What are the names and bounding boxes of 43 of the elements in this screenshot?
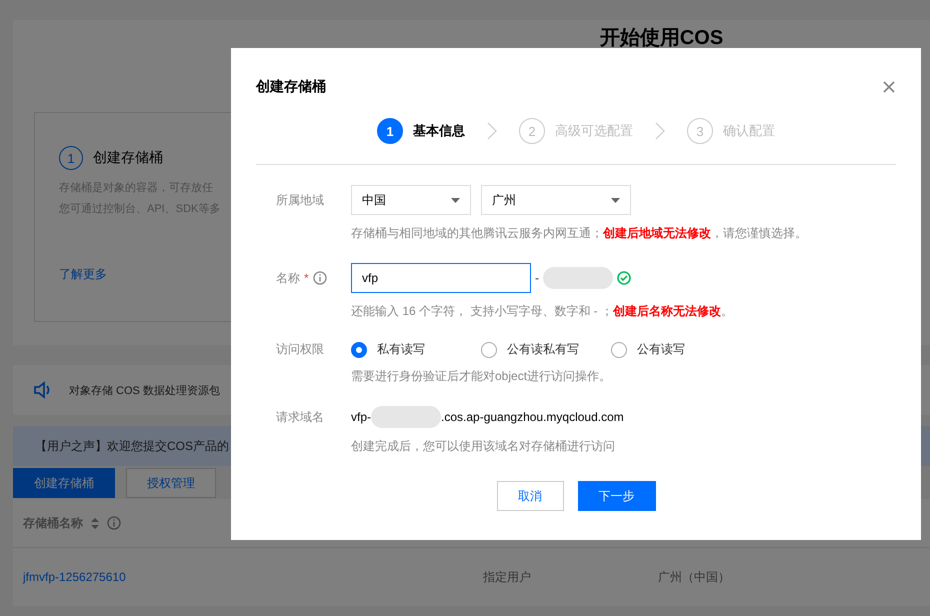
field-label: 请求域名 xyxy=(276,408,325,426)
hint-text: 还能输入 16 个字符， 支持小写字母、数字和 - ；创建后名称无法修改。 xyxy=(351,303,734,320)
field-label: 所属地域 xyxy=(276,192,325,208)
table-cell-text: 指定用户 xyxy=(483,568,532,586)
blur-patch xyxy=(543,267,613,289)
name-suffix: - xyxy=(535,271,539,285)
dropdown[interactable]: 广州 xyxy=(481,185,631,215)
notice-text: 对象存储 COS 数据处理资源包 xyxy=(69,384,220,398)
radio-option[interactable]: 私有读写 xyxy=(351,341,471,358)
step-number: 1 xyxy=(59,146,83,170)
dropdown[interactable]: 中国 xyxy=(351,185,471,215)
speaker-icon xyxy=(33,381,51,399)
radio-option[interactable]: 公有读私有写 xyxy=(481,341,601,358)
dialog-button[interactable]: 下一步 xyxy=(578,481,656,511)
dialog-title: 创建存储桶 xyxy=(256,78,326,96)
card-title: 创建存储桶 xyxy=(93,149,163,167)
sort-icon[interactable] xyxy=(91,518,99,528)
dialog-button[interactable]: 取消 xyxy=(496,481,564,511)
caret-icon xyxy=(451,198,460,202)
column-header: 存储桶名称 xyxy=(23,514,83,532)
close-icon[interactable] xyxy=(882,80,896,94)
required-mark: * xyxy=(304,271,309,285)
field-label: 名称 xyxy=(276,270,300,286)
wizard-step: 3 确认配置 xyxy=(687,118,775,144)
info-icon[interactable] xyxy=(312,271,327,285)
radio-option[interactable]: 公有读写 xyxy=(611,341,731,358)
domain-suffix: .cos.ap-guangzhou.myqcloud.com xyxy=(441,410,624,424)
chevron-icon xyxy=(487,122,497,140)
caret-icon xyxy=(611,198,620,202)
info-icon[interactable] xyxy=(107,516,121,530)
hint-text: 需要进行身份验证后才能对object进行访问操作。 xyxy=(351,368,612,385)
table-cell: 广州（中国） xyxy=(658,568,730,586)
hint-text: 存储桶与相同地域的其他腾讯云服务内网互通；创建后地域无法修改，请您谨慎选择。 xyxy=(351,225,808,242)
wizard-step: 2 高级可选配置 xyxy=(519,118,633,144)
domain-prefix: vfp- xyxy=(351,410,372,424)
chevron-icon xyxy=(655,122,665,140)
blur-patch xyxy=(371,406,442,428)
hint-text: 创建完成后，您可以使用该域名对存储桶进行访问 xyxy=(351,438,616,455)
page-heading: 开始使用COS xyxy=(598,26,724,51)
name-input[interactable]: vfp xyxy=(351,263,531,293)
field-label: 访问权限 xyxy=(276,341,325,358)
wizard-step: 1 基本信息 xyxy=(377,118,465,144)
banner-text: 【用户之声】欢迎您提交COS产品的 xyxy=(35,438,230,454)
